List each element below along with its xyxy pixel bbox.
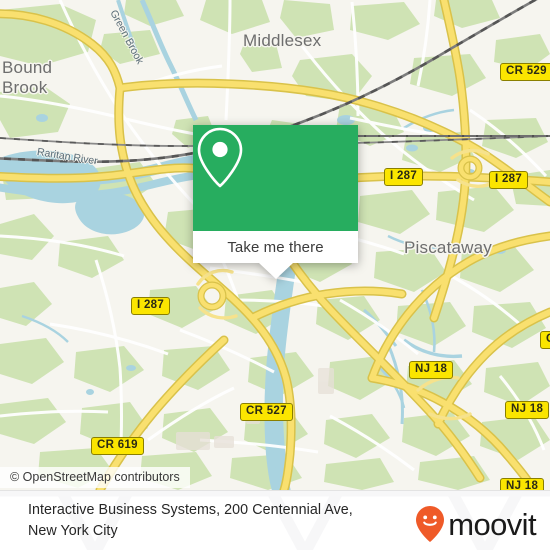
shield-partial-bottom[interactable]: NJ 18: [500, 478, 545, 490]
location-title-line1: Interactive Business Systems, 200 Centen…: [28, 502, 353, 518]
moovit-pin-smile-icon: [416, 506, 445, 542]
callout-header: [193, 125, 358, 231]
shield-nj-18-north[interactable]: NJ 18: [409, 361, 454, 379]
moovit-brand: moovit: [415, 505, 537, 543]
shield-cr-527[interactable]: CR 527: [240, 403, 293, 421]
location-title: Interactive Business Systems, 200 Centen…: [28, 500, 398, 542]
shield-nj-18-east[interactable]: NJ 18: [505, 401, 550, 419]
shield-cr-619[interactable]: CR 619: [91, 437, 144, 455]
moovit-wordmark: moovit: [448, 506, 536, 542]
osm-attribution[interactable]: © OpenStreetMap contributors: [0, 467, 190, 488]
shield-i-287-north[interactable]: I 287: [384, 168, 424, 186]
map-share-card: Bound Brook Middlesex Piscataway Green B…: [0, 0, 550, 550]
shield-cr-529[interactable]: CR 529: [500, 63, 550, 81]
location-callout-card[interactable]: Take me there: [193, 125, 358, 279]
map-canvas[interactable]: Bound Brook Middlesex Piscataway Green B…: [0, 0, 550, 490]
footer-bar: Interactive Business Systems, 200 Centen…: [0, 490, 550, 550]
callout-pointer-tail: [258, 263, 293, 279]
location-title-line2: New York City: [28, 523, 118, 539]
take-me-there-label: Take me there: [227, 238, 324, 256]
shield-i-287-east[interactable]: I 287: [489, 171, 529, 189]
shield-partial-right[interactable]: C: [540, 331, 550, 349]
location-pin-icon: [197, 127, 243, 188]
take-me-there-button[interactable]: Take me there: [193, 231, 358, 263]
shield-i-287-west[interactable]: I 287: [131, 297, 171, 315]
